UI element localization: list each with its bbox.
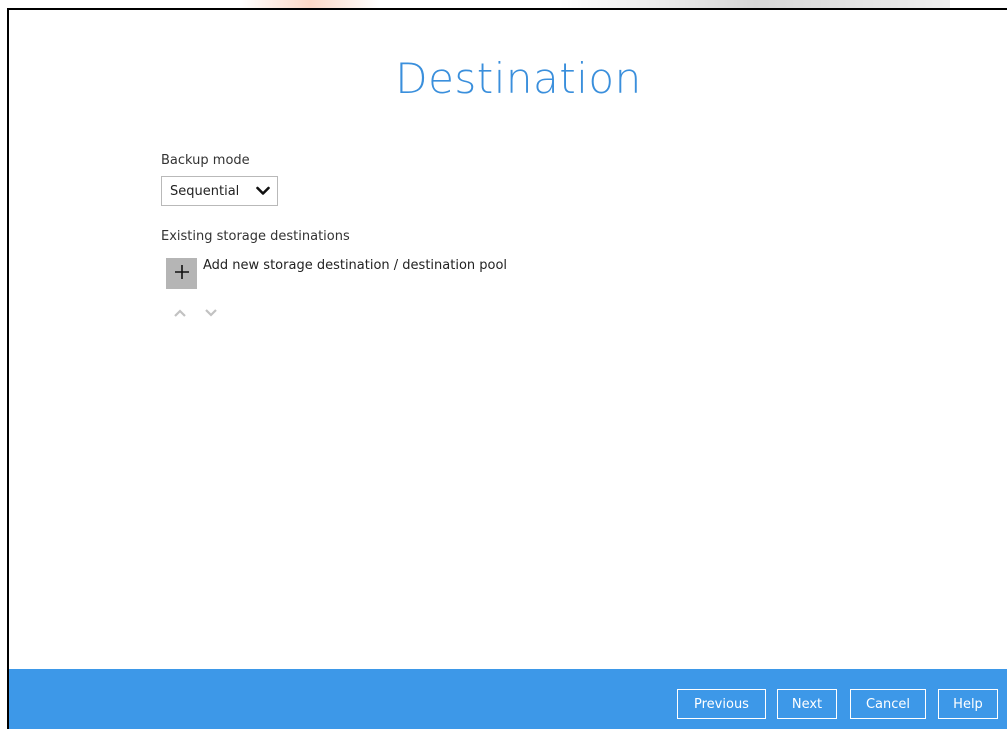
page-title: Destination	[395, 54, 642, 103]
add-destination-button[interactable]	[166, 258, 197, 289]
move-down-button[interactable]	[204, 306, 218, 317]
chevron-up-icon	[174, 302, 186, 321]
existing-storage-label: Existing storage destinations	[161, 229, 350, 244]
top-accent-gray	[560, 0, 950, 8]
plus-icon	[173, 263, 191, 285]
cancel-button[interactable]: Cancel	[850, 689, 926, 719]
wizard-window: Destination Backup mode Sequential Exist…	[7, 8, 1007, 729]
next-button[interactable]: Next	[777, 689, 837, 719]
top-accent-orange	[240, 0, 380, 8]
backup-mode-label: Backup mode	[161, 153, 250, 168]
previous-button[interactable]: Previous	[677, 689, 766, 719]
backup-mode-select[interactable]: Sequential	[161, 176, 278, 206]
chevron-down-icon	[249, 176, 277, 206]
backup-mode-value: Sequential	[170, 183, 240, 199]
help-button[interactable]: Help	[938, 689, 998, 719]
chevron-down-icon	[205, 302, 217, 321]
move-up-button[interactable]	[173, 306, 187, 317]
add-destination-link[interactable]: Add new storage destination / destinatio…	[203, 258, 507, 273]
footer-bar: Previous Next Cancel Help	[9, 669, 1007, 729]
